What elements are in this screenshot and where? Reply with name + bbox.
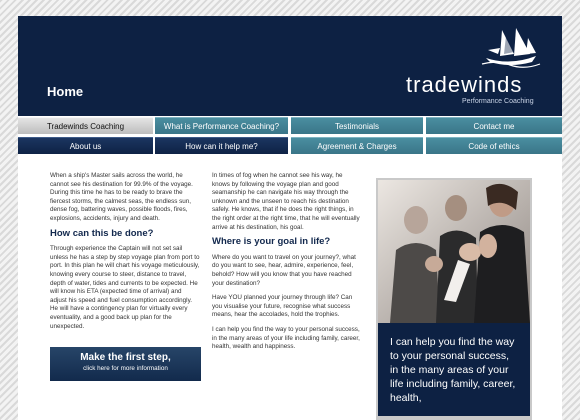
brand-logo-text: tradewinds <box>406 72 523 97</box>
nav-tradewinds-coaching[interactable]: Tradewinds Coaching <box>18 117 153 134</box>
content-left-column: When a ship's Master sails across the wo… <box>50 172 200 337</box>
main-navigation: Tradewinds Coaching What is Performance … <box>18 117 562 157</box>
sidebar-quote: I can help you find the way to your pers… <box>378 323 530 416</box>
nav-what-is-performance-coaching[interactable]: What is Performance Coaching? <box>155 117 288 134</box>
nav-testimonials[interactable]: Testimonials <box>291 117 423 134</box>
intro-paragraph: In times of fog when he cannot see his w… <box>212 172 360 231</box>
page: Home tradewinds Performance Coaching Tra… <box>18 16 562 420</box>
sailing-ship-icon <box>481 28 541 68</box>
cta-title: Make the first step, <box>80 352 171 363</box>
body-paragraph: Where do you want to travel on your jour… <box>212 253 356 287</box>
applauding-audience-photo <box>378 180 530 323</box>
intro-paragraph: When a ship's Master sails across the wo… <box>50 172 193 222</box>
body-paragraph: Have YOU planned your journey through li… <box>212 294 353 319</box>
page-title: Home <box>47 84 84 99</box>
first-step-cta-button[interactable]: Make the first step, click here for more… <box>50 347 201 381</box>
sidebar-panel: I can help you find the way to your pers… <box>376 178 532 420</box>
section-heading: Where is your goal in life? <box>212 236 331 248</box>
content-middle-column: In times of fog when he cannot see his w… <box>212 172 362 358</box>
nav-about-us[interactable]: About us <box>18 137 153 154</box>
nav-agreement-charges[interactable]: Agreement & Charges <box>291 137 423 154</box>
cta-subtitle: click here for more information <box>83 365 168 372</box>
brand-tagline: Performance Coaching <box>462 98 534 105</box>
section-heading: How can this be done? <box>50 227 154 239</box>
nav-how-can-it-help[interactable]: How can it help me? <box>155 137 288 154</box>
body-paragraph: I can help you find the way to your pers… <box>212 325 360 351</box>
nav-code-of-ethics[interactable]: Code of ethics <box>426 137 562 154</box>
nav-contact-me[interactable]: Contact me <box>426 117 562 134</box>
body-paragraph: Through experience the Captain will not … <box>50 245 200 330</box>
header-banner: Home tradewinds Performance Coaching <box>18 16 562 116</box>
